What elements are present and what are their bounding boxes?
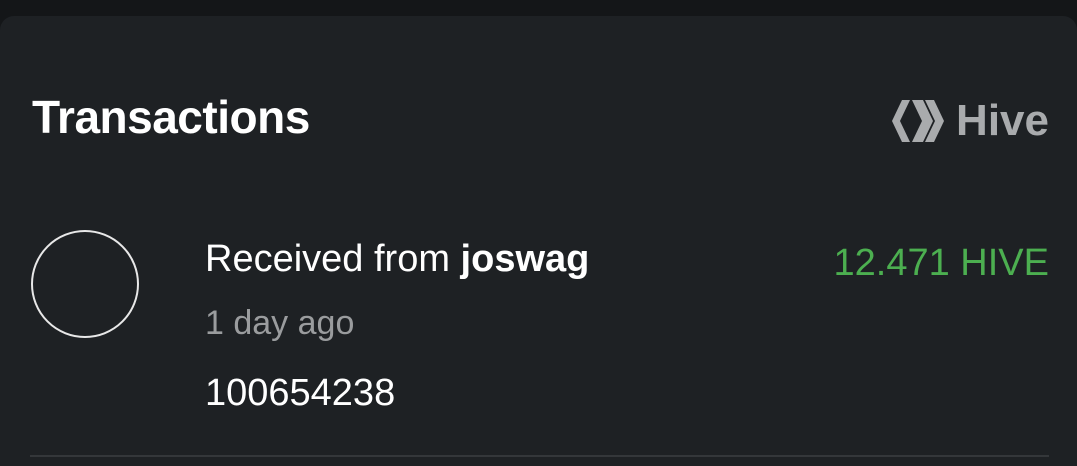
transaction-prefix: Received from [205,238,461,280]
transaction-amount: 12.471 HIVE [833,242,1049,284]
transaction-time: 1 day ago [205,304,355,342]
counterparty-name[interactable]: joswag [461,238,590,280]
transaction-description: Received from joswag [205,238,589,281]
avatar[interactable] [31,230,139,338]
transaction-memo: 100654238 [205,372,396,414]
hive-logo-icon [892,100,945,142]
brand: Hive [892,96,1049,146]
transactions-card: Transactions Hive Received from joswag 1… [0,16,1077,466]
top-strip [0,0,1077,16]
divider [30,455,1049,457]
page-title: Transactions [32,91,310,143]
brand-label: Hive [956,96,1049,145]
